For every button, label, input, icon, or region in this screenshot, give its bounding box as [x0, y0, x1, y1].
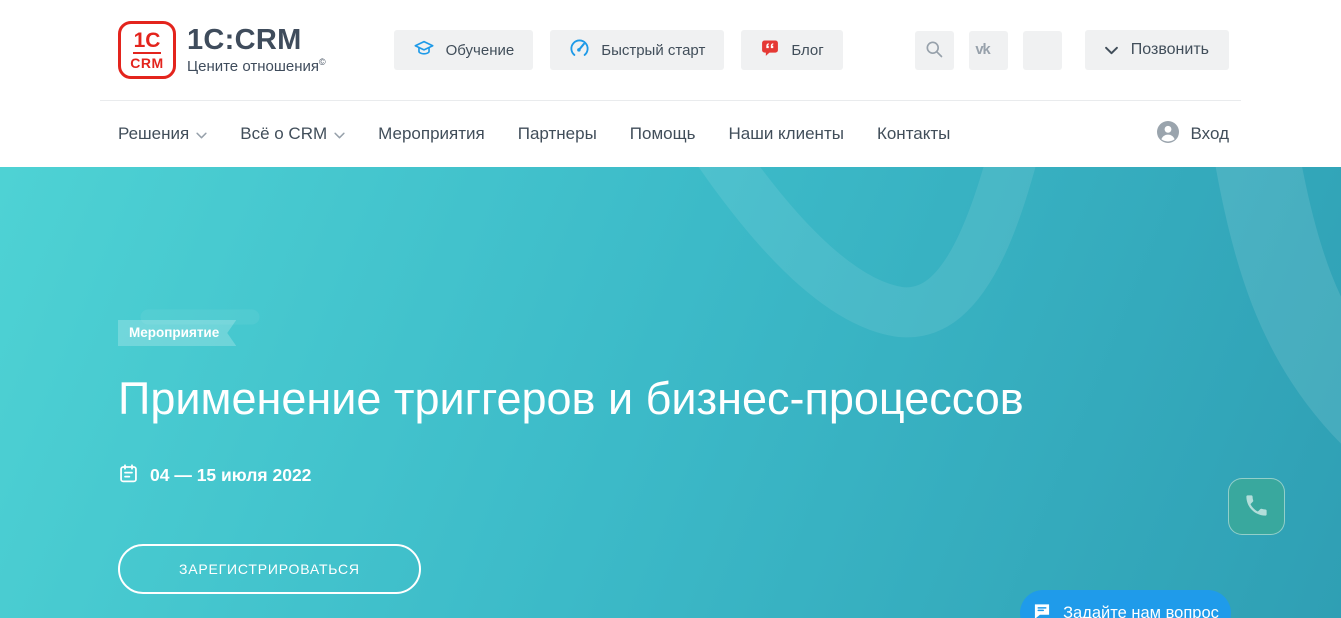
logo-title: 1C:CRM: [187, 25, 326, 55]
quick-start-button-label: Быстрый старт: [601, 42, 705, 59]
empty-icon-button[interactable]: [1023, 31, 1062, 70]
vk-icon: vk: [974, 40, 1002, 61]
header-icon-buttons: vk: [915, 31, 1062, 70]
nav-item-events[interactable]: Мероприятия: [378, 124, 485, 144]
page: 1С CRM 1C:CRM Цените отношения© Обучение: [0, 0, 1341, 618]
header-quick-links: Обучение Быстрый старт Блог: [394, 30, 843, 70]
phone-fab-button[interactable]: [1228, 478, 1285, 535]
logo-box-bottom: CRM: [130, 56, 163, 70]
nav-item-all-about-crm[interactable]: Всё о CRM: [240, 124, 345, 144]
logo[interactable]: 1С CRM 1C:CRM Цените отношения©: [118, 21, 326, 79]
search-icon: [924, 39, 944, 62]
logo-box-top: 1С: [133, 30, 162, 54]
copyright-mark: ©: [319, 57, 326, 67]
search-button[interactable]: [915, 31, 954, 70]
nav-item-contacts[interactable]: Контакты: [877, 124, 950, 144]
event-dates-label: 04 — 15 июля 2022: [150, 465, 311, 486]
user-icon: [1156, 120, 1180, 149]
login-label: Вход: [1191, 124, 1229, 144]
blog-button-label: Блог: [791, 42, 823, 59]
graduation-cap-icon: [413, 37, 435, 63]
hero-section: Мероприятие Применение триггеров и бизне…: [0, 167, 1341, 618]
chat-icon: [1032, 601, 1052, 618]
training-button[interactable]: Обучение: [394, 30, 534, 70]
chevron-down-icon: [196, 132, 207, 139]
register-button[interactable]: ЗАРЕГИСТРИРОВАТЬСЯ: [118, 544, 421, 594]
main-nav: Решения Всё о CRM Мероприятия Партнеры П…: [0, 100, 1341, 167]
event-dates: 04 — 15 июля 2022: [118, 463, 1229, 489]
svg-text:vk: vk: [976, 41, 992, 57]
chat-widget-label: Задайте нам вопрос: [1063, 604, 1219, 618]
logo-1c-crm-icon: 1С CRM: [118, 21, 176, 79]
chevron-down-icon: [334, 132, 345, 139]
nav-item-solutions[interactable]: Решения: [118, 124, 207, 144]
logo-tagline: Цените отношения©: [187, 57, 326, 75]
chat-widget-button[interactable]: Задайте нам вопрос: [1020, 590, 1231, 618]
call-button[interactable]: Позвонить: [1085, 30, 1229, 70]
page-title: Применение триггеров и бизнес-процессов: [118, 373, 1229, 425]
speedometer-icon: [569, 38, 590, 63]
blog-bubble-icon: [760, 38, 780, 62]
training-button-label: Обучение: [446, 42, 515, 59]
nav-item-our-clients[interactable]: Наши клиенты: [728, 124, 843, 144]
site-header: 1С CRM 1C:CRM Цените отношения© Обучение: [0, 0, 1341, 100]
nav-item-partners[interactable]: Партнеры: [518, 124, 597, 144]
quick-start-button[interactable]: Быстрый старт: [550, 30, 724, 70]
login-button[interactable]: Вход: [1156, 120, 1229, 149]
vk-button[interactable]: vk: [969, 31, 1008, 70]
calendar-icon: [118, 463, 139, 489]
nav-item-help[interactable]: Помощь: [630, 124, 696, 144]
chevron-down-icon: [1105, 46, 1118, 55]
event-badge: Мероприятие: [118, 320, 236, 346]
phone-icon: [1243, 492, 1270, 522]
blog-button[interactable]: Блог: [741, 30, 842, 70]
call-button-label: Позвонить: [1131, 41, 1209, 59]
